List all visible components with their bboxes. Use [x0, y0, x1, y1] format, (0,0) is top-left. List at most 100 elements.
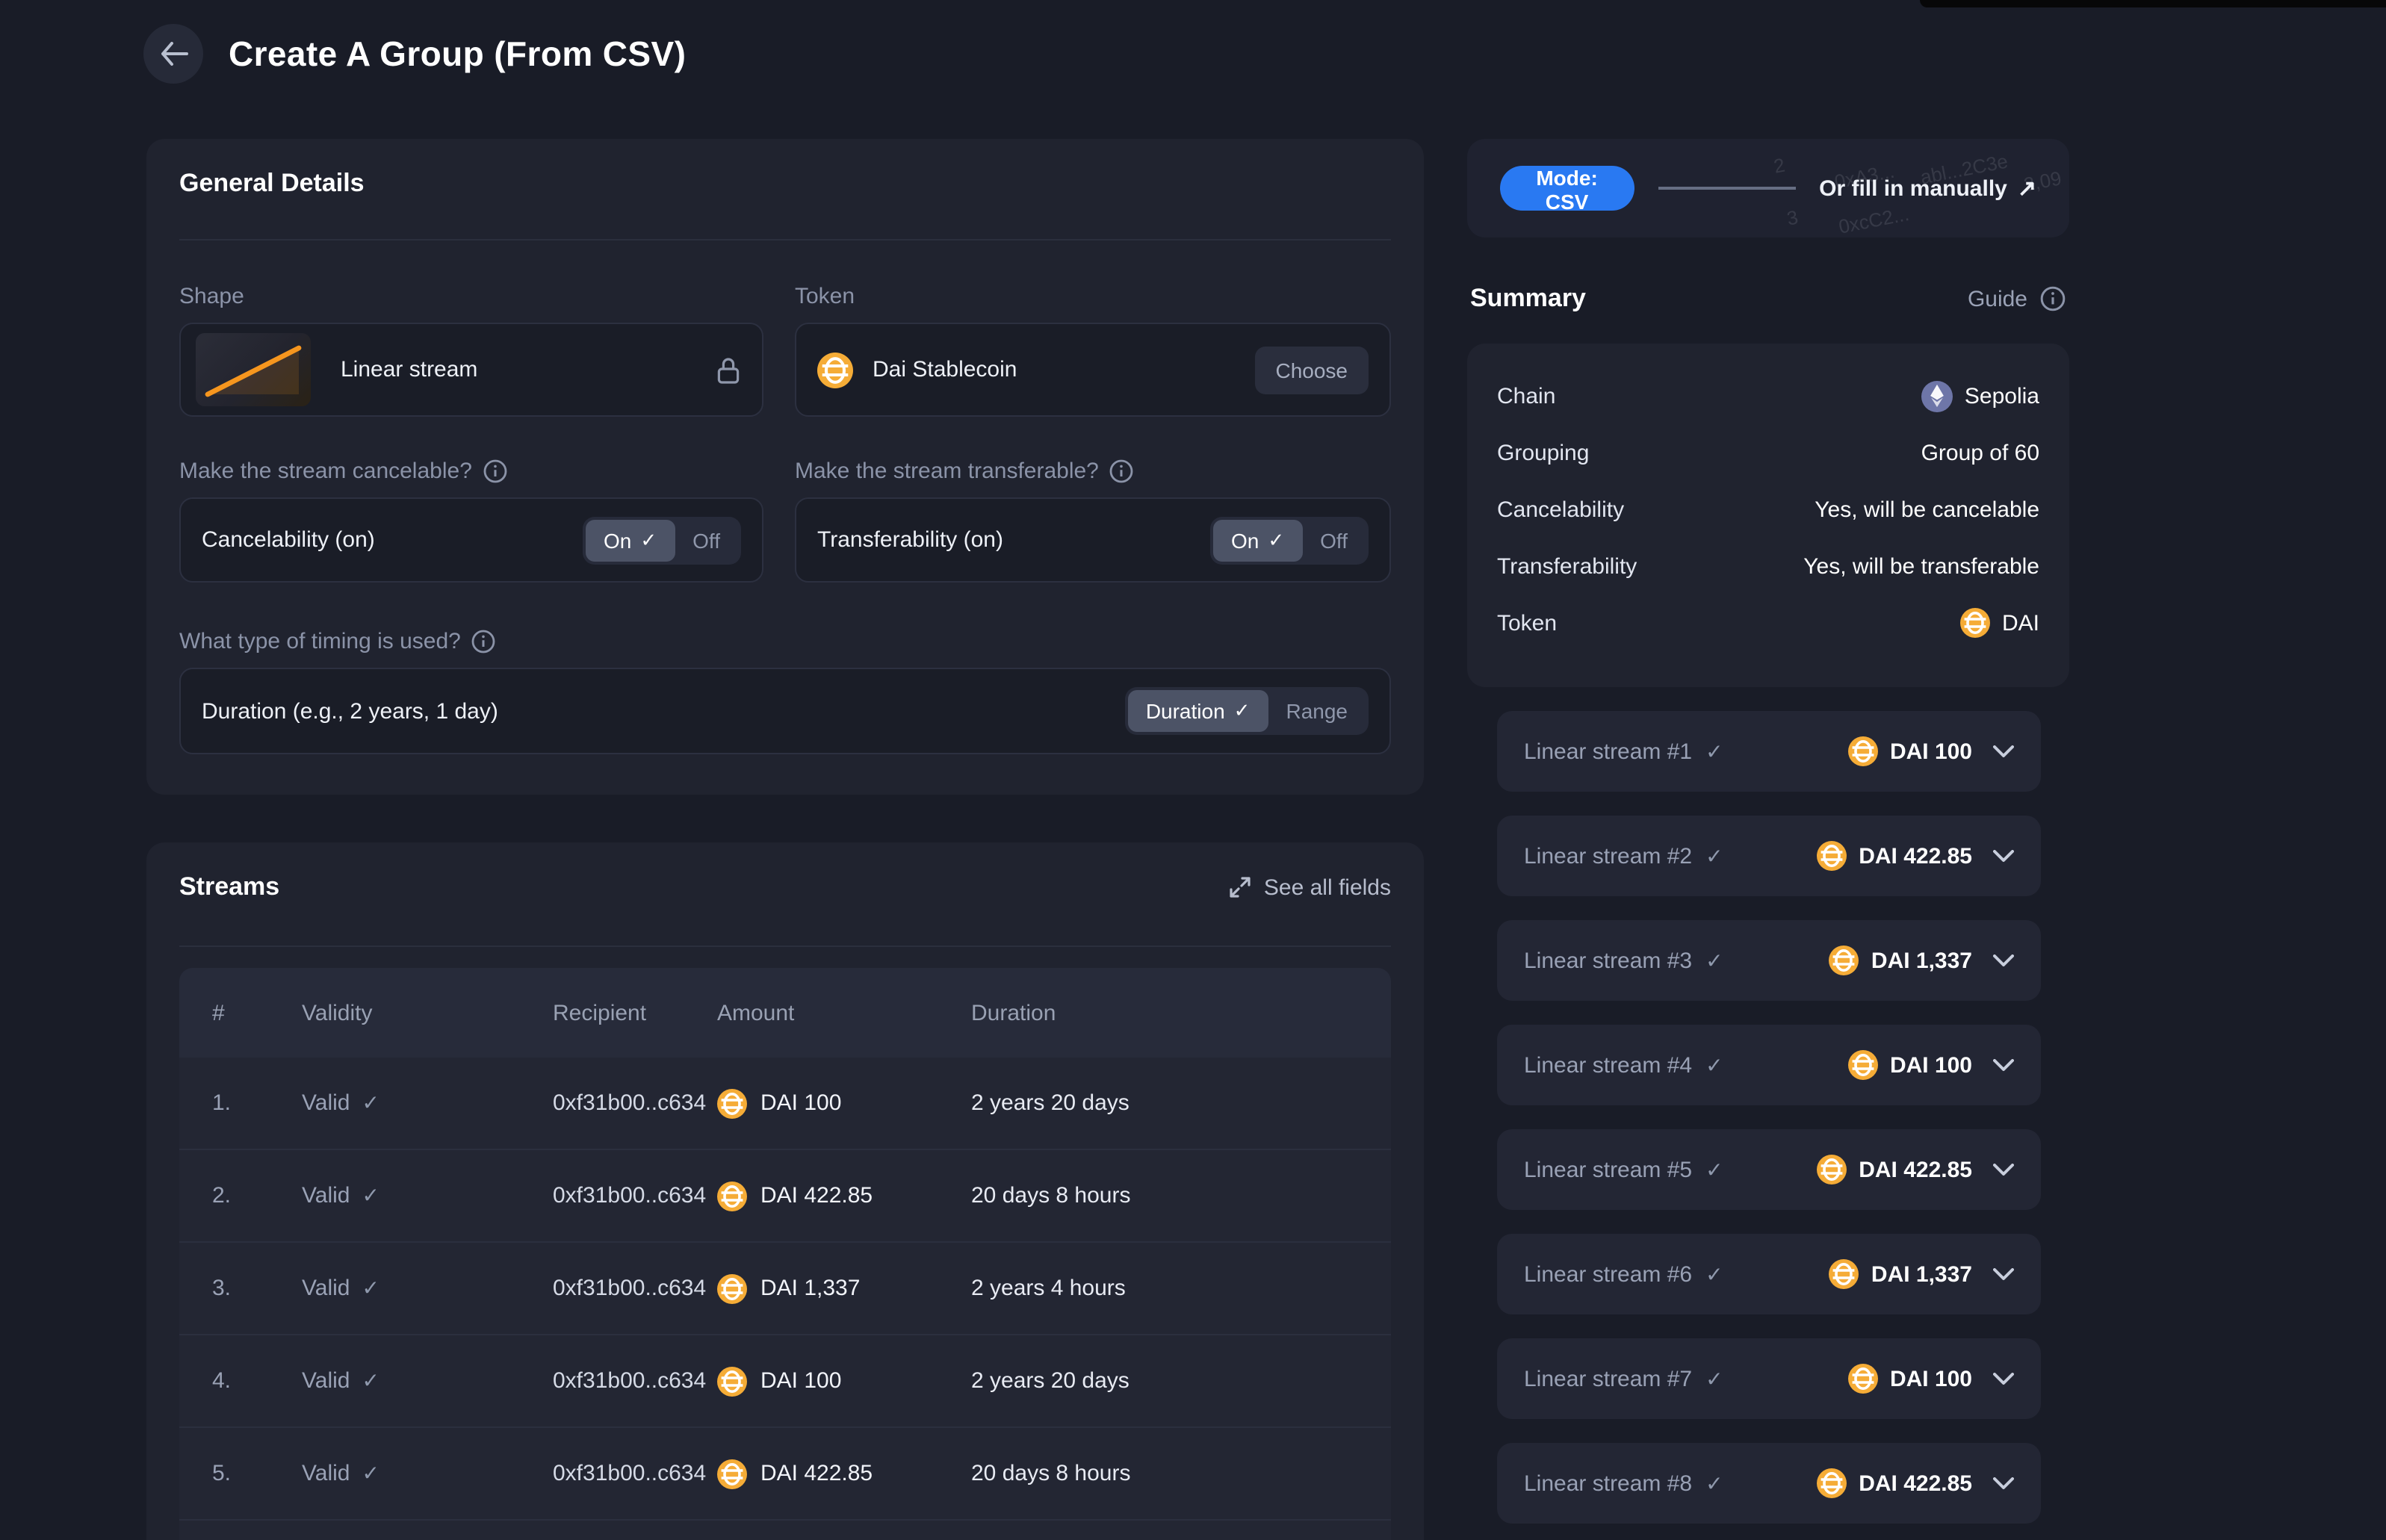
divider — [179, 239, 1391, 240]
summary-card: Chain Sepolia Grouping Group of 60 Cance… — [1467, 344, 2069, 687]
recipient-address: 0xf31b00..c634 — [553, 1276, 707, 1301]
shape-value: Linear stream — [341, 357, 478, 382]
check-icon: ✓ — [362, 1368, 379, 1392]
general-details-title: General Details — [179, 169, 365, 197]
guide-link[interactable]: Guide — [1968, 285, 2066, 312]
summary-row-grouping: Grouping Group of 60 — [1497, 440, 2039, 465]
stream-item-3[interactable]: Linear stream #3 ✓ DAI 1,337 — [1497, 920, 2041, 1001]
stream-item-8[interactable]: Linear stream #8 ✓ DAI 422.85 — [1497, 1443, 2041, 1524]
recipient-address: 0xf31b00..c634 — [553, 1090, 707, 1116]
chevron-down-icon — [1993, 1267, 2014, 1281]
streams-table-header: # Validity Recipient Amount Duration — [179, 968, 1391, 1058]
stream-item-2[interactable]: Linear stream #2 ✓ DAI 422.85 — [1497, 816, 2041, 896]
stream-item-4[interactable]: Linear stream #4 ✓ DAI 100 — [1497, 1025, 2041, 1105]
transferability-field: Transferability (on) On ✓ Off — [795, 497, 1391, 583]
transferability-off-option[interactable]: Off — [1302, 519, 1366, 561]
check-icon: ✓ — [362, 1461, 379, 1485]
timing-range-option[interactable]: Range — [1268, 690, 1366, 732]
cancelability-off-option[interactable]: Off — [675, 519, 738, 561]
timing-label: Duration (e.g., 2 years, 1 day) — [202, 698, 498, 724]
table-row[interactable]: 4. Valid ✓ 0xf31b00..c634 DAI 100 2 years… — [179, 1334, 1391, 1426]
ethereum-chain-icon — [1921, 380, 1953, 412]
transferability-label: Transferability (on) — [817, 527, 1003, 553]
timing-field: Duration (e.g., 2 years, 1 day) Duration… — [179, 668, 1391, 754]
summary-row-transferability: Transferability Yes, will be transferabl… — [1497, 553, 2039, 579]
recipient-address: 0xf31b00..c634 — [553, 1461, 707, 1486]
timing-duration-option[interactable]: Duration ✓ — [1127, 690, 1268, 732]
check-icon: ✓ — [362, 1183, 379, 1207]
see-all-fields-link[interactable]: See all fields — [1228, 875, 1391, 900]
dai-token-icon — [1847, 1050, 1878, 1080]
table-row[interactable]: 2. Valid ✓ 0xf31b00..c634 DAI 422.85 20 d… — [179, 1149, 1391, 1241]
table-row-partial — [179, 1519, 1391, 1540]
stream-item-7[interactable]: Linear stream #7 ✓ DAI 100 — [1497, 1338, 2041, 1419]
table-row[interactable]: 1. Valid ✓ 0xf31b00..c634 DAI 100 2 years… — [179, 1058, 1391, 1149]
dai-token-icon — [1847, 1364, 1878, 1394]
timing-toggle: Duration ✓ Range — [1124, 687, 1369, 735]
dai-token-icon — [1829, 946, 1859, 975]
summary-header: Summary Guide — [1470, 284, 2066, 314]
shape-label: Shape — [179, 284, 244, 309]
check-icon: ✓ — [362, 1090, 379, 1114]
check-icon: ✓ — [1705, 1366, 1723, 1390]
dai-token-icon — [817, 352, 853, 388]
summary-row-chain: Chain Sepolia — [1497, 367, 2039, 424]
transferability-on-option[interactable]: On ✓ — [1212, 519, 1303, 561]
cancelability-on-option[interactable]: On ✓ — [585, 519, 675, 561]
fill-manually-link[interactable]: Or fill in manually ↗ — [1819, 175, 2036, 202]
linear-shape-thumbnail — [196, 333, 311, 406]
dai-token-icon — [717, 1181, 747, 1211]
chevron-down-icon — [1993, 1058, 2014, 1072]
dai-token-icon — [1817, 841, 1847, 871]
dai-token-icon — [717, 1273, 747, 1303]
top-right-overlay-strip — [1920, 0, 2386, 7]
arrow-up-right-icon: ↗ — [2017, 176, 2036, 202]
choose-token-button[interactable]: Choose — [1254, 346, 1369, 394]
page-title: Create A Group (From CSV) — [229, 34, 687, 72]
check-icon: ✓ — [362, 1276, 379, 1300]
cancelability-field: Cancelability (on) On ✓ Off — [179, 497, 763, 583]
dai-token-icon — [717, 1366, 747, 1396]
dai-token-icon — [1817, 1468, 1847, 1498]
table-row[interactable]: 3. Valid ✓ 0xf31b00..c634 DAI 1,337 2 yea… — [179, 1241, 1391, 1334]
divider — [179, 946, 1391, 947]
table-row[interactable]: 5. Valid ✓ 0xf31b00..c634 DAI 422.85 20 d… — [179, 1426, 1391, 1519]
chevron-down-icon — [1993, 954, 2014, 967]
stream-item-5[interactable]: Linear stream #5 ✓ DAI 422.85 — [1497, 1129, 2041, 1210]
dai-token-icon — [717, 1459, 747, 1488]
token-label: Token — [795, 284, 855, 309]
chevron-down-icon — [1993, 1163, 2014, 1176]
arrow-left-icon — [161, 42, 188, 66]
chevron-down-icon — [1993, 849, 2014, 863]
info-icon — [2039, 285, 2066, 312]
summary-title: Summary — [1470, 284, 1586, 312]
app-root: Create A Group (From CSV) General Detail… — [0, 0, 2386, 1540]
dai-token-icon — [1847, 736, 1878, 766]
mode-csv-button[interactable]: Mode: CSV — [1500, 166, 1634, 214]
dai-token-icon — [1817, 1155, 1847, 1185]
stream-item-6[interactable]: Linear stream #6 ✓ DAI 1,337 — [1497, 1234, 2041, 1314]
info-icon[interactable] — [471, 629, 497, 654]
check-icon: ✓ — [1268, 528, 1285, 550]
chevron-down-icon — [1993, 745, 2014, 758]
lock-icon — [716, 355, 741, 385]
timing-question: What type of timing is used? — [179, 629, 1391, 654]
info-icon[interactable] — [483, 459, 508, 484]
back-button[interactable] — [143, 24, 203, 84]
token-value: Dai Stablecoin — [873, 357, 1017, 382]
stream-item-1[interactable]: Linear stream #1 ✓ DAI 100 — [1497, 711, 2041, 792]
transferable-question: Make the stream transferable? — [795, 459, 1391, 484]
connector-line — [1658, 187, 1796, 190]
recipient-address: 0xf31b00..c634 — [553, 1368, 707, 1394]
cancelable-question: Make the stream cancelable? — [179, 459, 763, 484]
cancelability-toggle: On ✓ Off — [582, 516, 741, 564]
token-select[interactable]: Dai Stablecoin Choose — [795, 323, 1391, 417]
summary-row-token: Token DAI — [1497, 594, 2039, 651]
check-icon: ✓ — [1233, 699, 1251, 721]
check-icon: ✓ — [1705, 1471, 1723, 1494]
streams-title: Streams — [179, 872, 280, 901]
check-icon: ✓ — [1705, 739, 1723, 763]
info-icon[interactable] — [1109, 459, 1135, 484]
general-details-card: General Details Shape Token Linear strea… — [146, 139, 1424, 795]
shape-select[interactable]: Linear stream — [179, 323, 763, 417]
